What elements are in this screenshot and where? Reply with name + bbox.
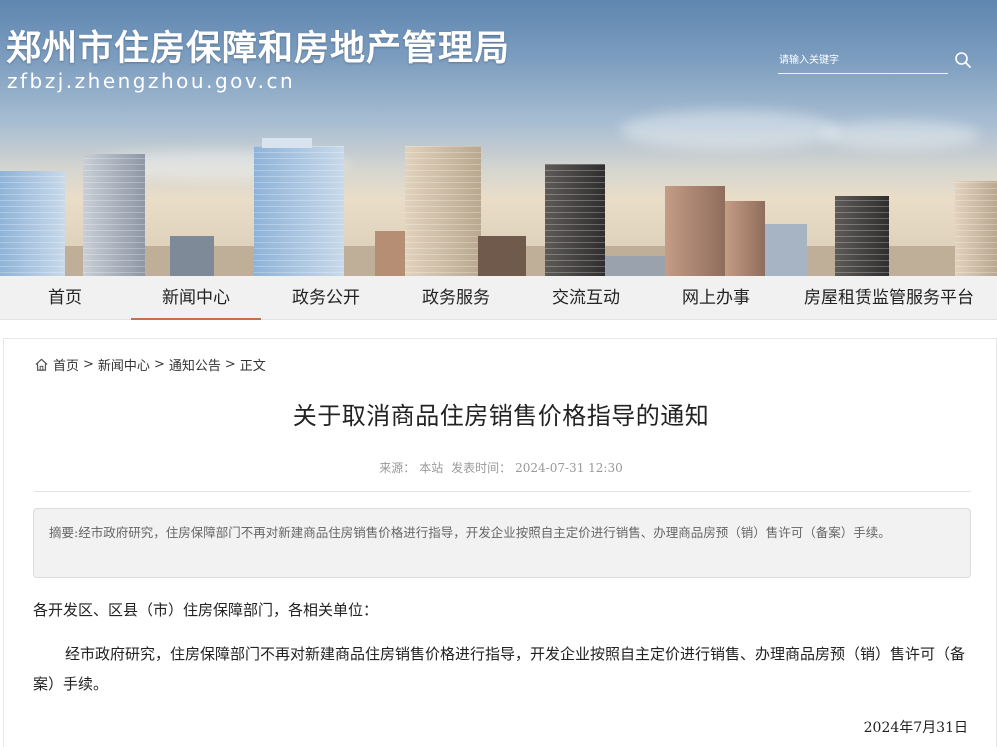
nav-item-interaction[interactable]: 交流互动 [521,276,651,320]
article-summary: 摘要:经市政府研究，住房保障部门不再对新建商品住房销售价格进行指导，开发企业按照… [33,508,971,578]
article-salutation: 各开发区、区县（市）住房保障部门，各相关单位： [33,601,379,619]
source-label: 来源： [379,461,416,475]
breadcrumb-notices[interactable]: 通知公告 [169,355,221,374]
header-banner: 郑州市住房保障和房地产管理局 zfbzj.zhengzhou.gov.cn [0,0,997,276]
site-domain: zfbzj.zhengzhou.gov.cn [7,69,296,93]
article-title: 关于取消商品住房销售价格指导的通知 [292,402,710,430]
divider [34,491,971,492]
article-date: 2024年7月31日 [863,720,968,736]
search-box [778,48,948,74]
article-card: 首页 > 新闻中心 > 通知公告 > 正文 关于取消商品住房销售价格指导的通知 … [3,338,997,747]
breadcrumb-separator: > [153,356,165,372]
main-nav: 首页 新闻中心 政务公开 政务服务 交流互动 网上办事 房屋租赁监管服务平台 [0,276,997,320]
breadcrumb-home[interactable]: 首页 [53,355,79,374]
search-icon [955,52,971,68]
article-paragraph: 经市政府研究，住房保障部门不再对新建商品住房销售价格进行指导，开发企业按照自主定… [33,645,966,693]
breadcrumb-separator: > [224,356,236,372]
breadcrumb-news-center[interactable]: 新闻中心 [98,355,150,374]
site-title: 郑州市住房保障和房地产管理局 [6,29,511,69]
nav-item-news-center[interactable]: 新闻中心 [131,276,261,320]
publish-time-value: 2024-07-31 12:30 [515,461,623,475]
breadcrumb-current: 正文 [239,358,266,374]
article-meta: 来源： 本站 发表时间： 2024-07-31 12:30 [4,459,997,476]
nav-item-government-affairs[interactable]: 政务公开 [261,276,391,320]
home-icon [35,358,48,371]
source-value: 本站 [419,461,444,475]
search-button[interactable] [954,51,972,69]
summary-text: 经市政府研究，住房保障部门不再对新建商品住房销售价格进行指导，开发企业按照自主定… [78,525,891,540]
nav-item-government-services[interactable]: 政务服务 [391,276,521,320]
publish-time-label: 发表时间： [451,461,512,475]
nav-item-online-services[interactable]: 网上办事 [651,276,781,320]
search-input[interactable] [778,50,938,70]
nav-item-home[interactable]: 首页 [0,276,130,320]
nav-item-rental-platform[interactable]: 房屋租赁监管服务平台 [781,276,997,320]
city-skyline-image [0,138,997,276]
breadcrumb-separator: > [83,356,94,372]
summary-label: 摘要: [49,525,79,540]
breadcrumb: 首页 > 新闻中心 > 通知公告 > 正文 [34,355,266,374]
